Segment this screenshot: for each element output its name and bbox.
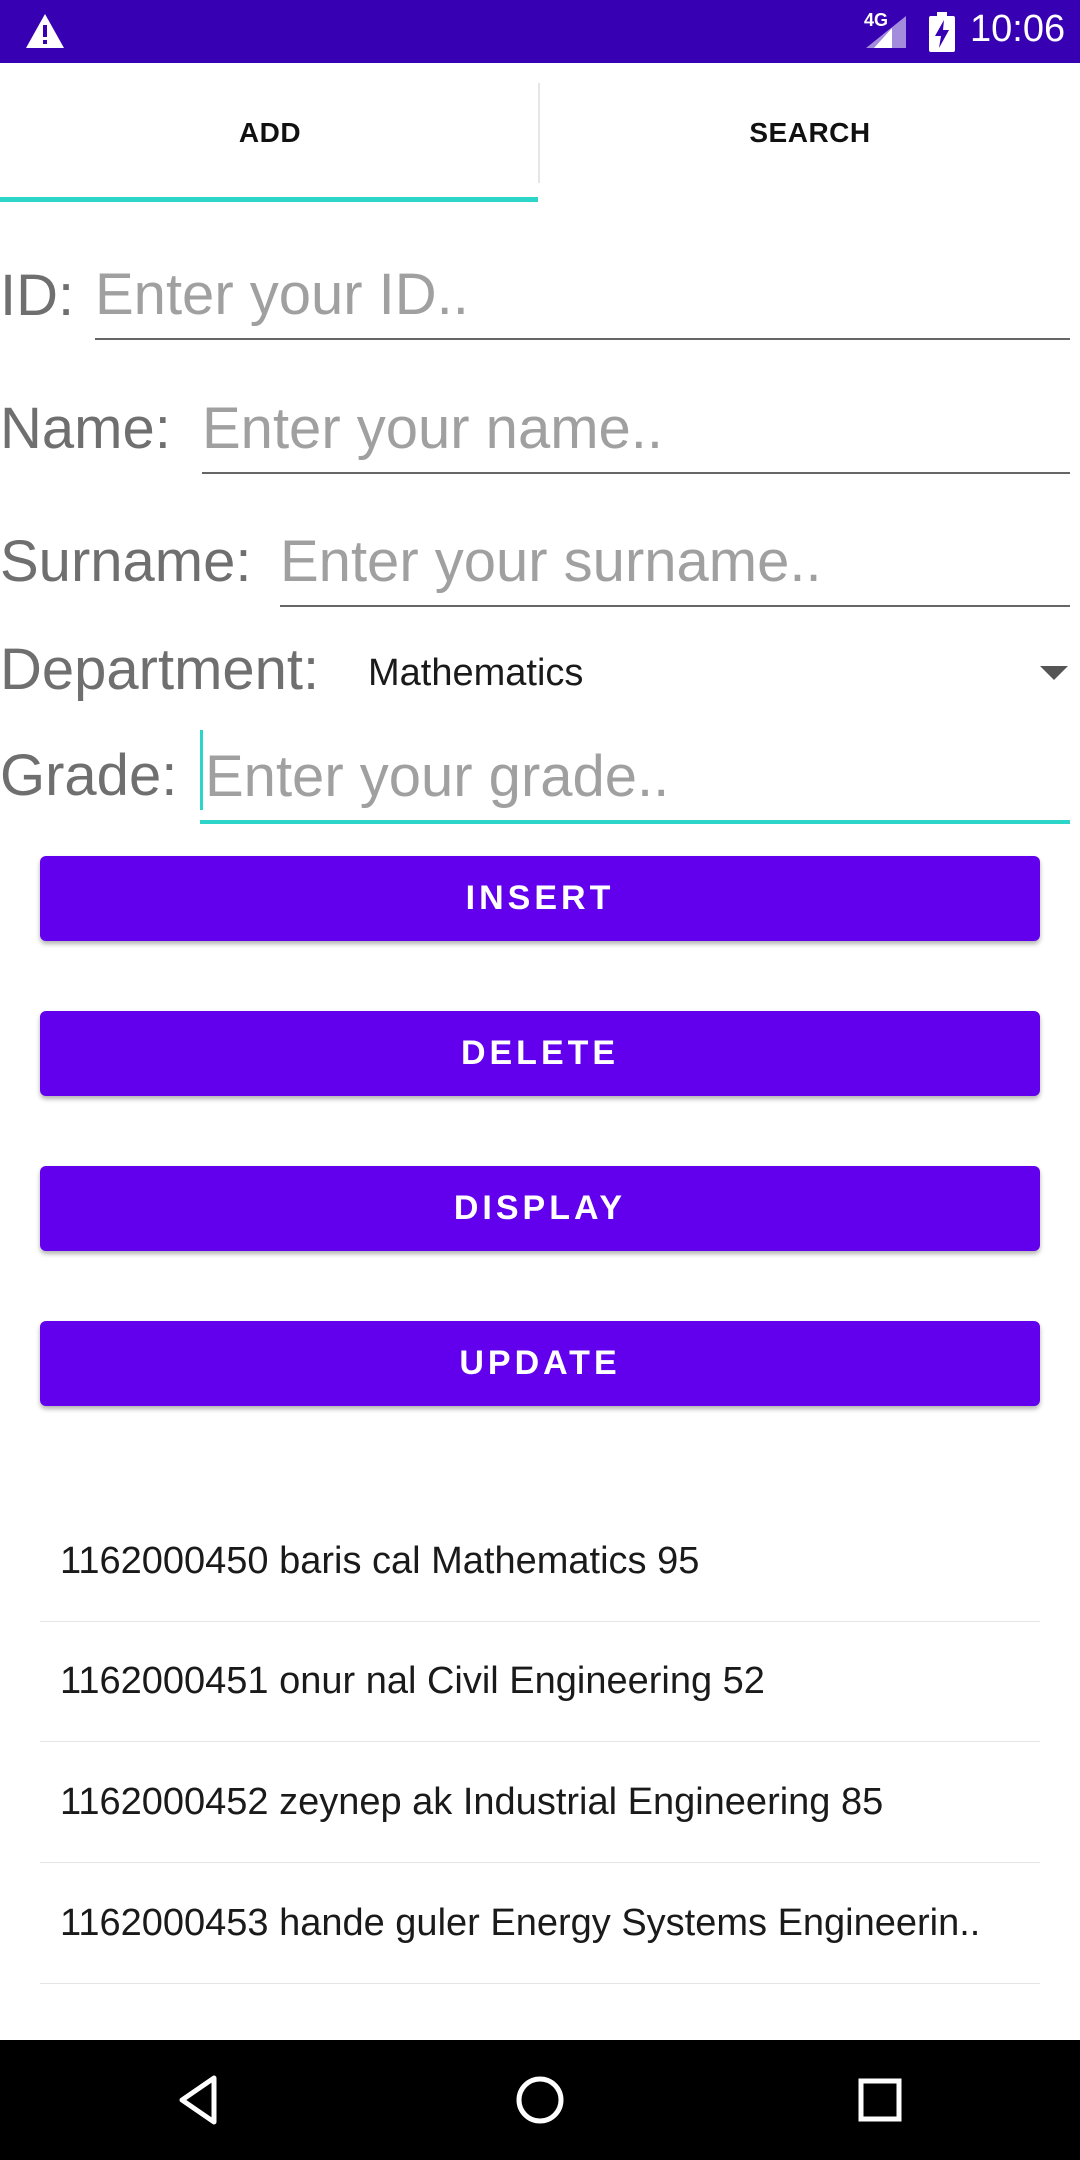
- surname-placeholder: Enter your surname..: [280, 529, 822, 594]
- home-icon[interactable]: [510, 2070, 570, 2130]
- tab-search[interactable]: SEARCH: [540, 63, 1080, 203]
- name-label: Name:: [0, 396, 171, 461]
- surname-input[interactable]: Enter your surname..: [280, 529, 1070, 607]
- text-cursor: [200, 730, 203, 810]
- id-label: ID:: [0, 263, 75, 328]
- display-button[interactable]: DISPLAY: [40, 1166, 1040, 1251]
- grade-input[interactable]: Enter your grade..: [200, 728, 1070, 824]
- navigation-bar: [0, 2040, 1080, 2160]
- id-placeholder: Enter your ID..: [95, 262, 469, 327]
- surname-label: Surname:: [0, 529, 252, 594]
- grade-placeholder: Enter your grade..: [205, 744, 670, 809]
- recents-icon[interactable]: [850, 2070, 910, 2130]
- battery-charging-icon: [929, 12, 955, 52]
- insert-button[interactable]: INSERT: [40, 856, 1040, 941]
- delete-button[interactable]: DELETE: [40, 1011, 1040, 1096]
- list-item[interactable]: 1162000452 zeynep ak Industrial Engineer…: [40, 1743, 1040, 1863]
- warning-icon: [26, 14, 64, 48]
- tab-add[interactable]: ADD: [0, 63, 540, 203]
- clock: 10:06: [970, 8, 1066, 50]
- name-input[interactable]: Enter your name..: [202, 396, 1070, 474]
- list-item[interactable]: 1162000451 onur nal Civil Engineering 52: [40, 1622, 1040, 1742]
- tab-selected-indicator: [0, 197, 538, 202]
- list-item[interactable]: 1162000453 hande guler Energy Systems En…: [40, 1864, 1040, 1984]
- tab-bar: ADD SEARCH: [0, 63, 1080, 203]
- department-label: Department:: [0, 637, 320, 702]
- id-input[interactable]: Enter your ID..: [95, 262, 1070, 340]
- list-item[interactable]: 1162000450 baris cal Mathematics 95: [40, 1502, 1040, 1622]
- status-bar: 4G 10:06: [0, 0, 1080, 63]
- signal-icon: [866, 16, 906, 48]
- department-selected: Mathematics: [368, 652, 584, 694]
- update-button[interactable]: UPDATE: [40, 1321, 1040, 1406]
- dropdown-arrow-icon: [1040, 666, 1068, 680]
- name-placeholder: Enter your name..: [202, 396, 663, 461]
- back-icon[interactable]: [170, 2070, 230, 2130]
- grade-label: Grade:: [0, 743, 178, 808]
